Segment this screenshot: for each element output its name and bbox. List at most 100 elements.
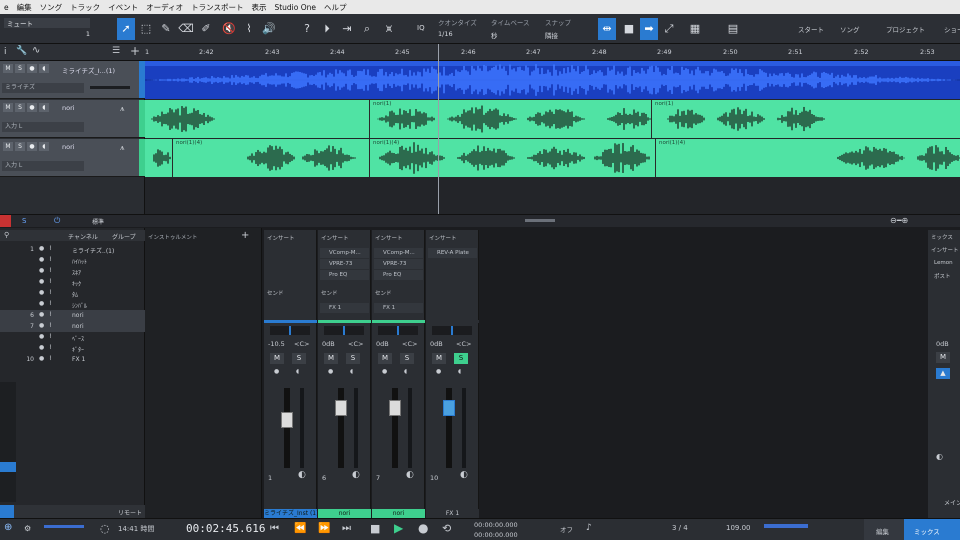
add-instrument-icon[interactable]: + bbox=[241, 230, 249, 241]
visibility-icon[interactable]: ● bbox=[39, 322, 44, 329]
record-icon[interactable]: ● bbox=[27, 64, 37, 73]
iq-button[interactable]: IQ bbox=[417, 24, 425, 32]
send-label[interactable]: センド bbox=[321, 289, 338, 297]
record-arm-icon[interactable]: ⌇ bbox=[49, 256, 52, 263]
end-icon[interactable]: ⏭ bbox=[342, 523, 351, 534]
menu-item-edit[interactable]: 編集 bbox=[13, 0, 36, 13]
record-arm-icon[interactable]: ⌇ bbox=[49, 344, 52, 351]
menu-item-song[interactable]: ソング bbox=[36, 0, 67, 13]
menu-item-help[interactable]: ヘルプ bbox=[320, 0, 351, 13]
arrow-tool-icon[interactable]: ➚ bbox=[117, 18, 135, 40]
menu-item-view[interactable]: 表示 bbox=[247, 0, 270, 13]
console-footer-tab[interactable] bbox=[0, 505, 14, 518]
mono-icon[interactable]: ▲ bbox=[936, 368, 950, 379]
console-icon[interactable]: ▤ bbox=[724, 18, 742, 40]
play-icon[interactable]: ▶ bbox=[394, 521, 403, 535]
record-icon[interactable]: ● bbox=[418, 521, 428, 535]
volume-fader[interactable] bbox=[389, 400, 401, 416]
visibility-icon[interactable]: ● bbox=[39, 311, 44, 318]
pan-slider[interactable] bbox=[432, 326, 472, 335]
record-arm-icon[interactable]: ⌇ bbox=[49, 333, 52, 340]
remote-label[interactable]: リモート bbox=[118, 508, 142, 517]
track-name[interactable]: nori bbox=[62, 104, 75, 112]
monitor-icon[interactable]: ◖ bbox=[458, 368, 461, 375]
solo-footer-icon[interactable]: S bbox=[22, 217, 26, 225]
visibility-icon[interactable]: ● bbox=[39, 355, 44, 362]
record-icon[interactable]: ● bbox=[27, 103, 37, 112]
snap-value[interactable]: 隣接 bbox=[545, 30, 558, 40]
start-button[interactable]: スタート bbox=[798, 24, 824, 34]
pan-slider[interactable] bbox=[270, 326, 310, 335]
timebase-value[interactable]: 秒 bbox=[491, 30, 498, 40]
visibility-icon[interactable]: ● bbox=[39, 278, 44, 285]
monitor-icon[interactable]: ◖ bbox=[296, 368, 299, 375]
info-icon[interactable]: i bbox=[4, 47, 7, 57]
insert-slot[interactable]: VPRE-73 bbox=[320, 259, 369, 269]
pan-value[interactable]: <C> bbox=[402, 340, 417, 348]
zoom-icon[interactable]: ⌕ bbox=[358, 18, 376, 40]
channel-list-item[interactable]: ● ⌇ ｷﾞﾀｰ bbox=[0, 343, 145, 354]
tab-channel[interactable]: チャンネル bbox=[68, 232, 98, 241]
send-slot[interactable]: FX 1 bbox=[374, 303, 423, 313]
return-to-zero-icon[interactable]: ⏮ bbox=[270, 523, 279, 534]
mute-button[interactable]: M bbox=[270, 353, 284, 364]
solo-button[interactable]: S bbox=[346, 353, 360, 364]
insert-slot[interactable]: Pro EQ bbox=[374, 270, 423, 280]
menu-item-audio[interactable]: オーディオ bbox=[142, 0, 187, 13]
menu-item-track[interactable]: トラック bbox=[66, 0, 104, 13]
audio-clip[interactable]: nori(1)(4) bbox=[173, 139, 370, 177]
song-button[interactable]: ソング bbox=[840, 24, 860, 34]
solo-button[interactable]: S bbox=[15, 103, 25, 112]
monitor-icon[interactable]: ◖ bbox=[39, 142, 49, 151]
loop-end[interactable]: 00:00:00.000 bbox=[474, 531, 518, 539]
record-arm-icon[interactable]: ⌇ bbox=[49, 311, 52, 318]
record-icon[interactable]: ● bbox=[27, 142, 37, 151]
time-display[interactable]: 00:02:45.616 bbox=[186, 522, 265, 535]
volume-fader-track[interactable] bbox=[284, 388, 290, 468]
monitor-icon[interactable]: ◖ bbox=[39, 103, 49, 112]
record-icon[interactable]: ● bbox=[274, 368, 279, 375]
draw-tool-icon[interactable]: ✐ bbox=[197, 18, 215, 40]
insert-slot[interactable]: Pro EQ bbox=[320, 270, 369, 280]
edit-button[interactable]: 編集 bbox=[864, 519, 904, 540]
audio-clip[interactable] bbox=[145, 100, 370, 138]
track-input[interactable]: ミライチズ bbox=[2, 83, 84, 93]
send-slot[interactable]: FX 1 bbox=[320, 303, 369, 313]
volume-fader[interactable] bbox=[281, 412, 293, 428]
mute-button[interactable]: M bbox=[378, 353, 392, 364]
volume-value[interactable]: -10.5 bbox=[268, 340, 285, 348]
mixer-channel-strip[interactable]: インサート REV-A Plate 0dB <C> M S ● ◖ 10 ◐ FX 1 bbox=[426, 230, 479, 518]
grid-menu-icon[interactable]: ▦ bbox=[686, 18, 704, 40]
channel-list-item[interactable]: ● ⌇ ﾍﾞｰｽ bbox=[0, 332, 145, 343]
horizontal-scrollbar[interactable] bbox=[525, 219, 555, 222]
monitor-icon[interactable]: ◖ bbox=[350, 368, 353, 375]
solo-button[interactable]: S bbox=[15, 142, 25, 151]
menu-item-event[interactable]: イベント bbox=[104, 0, 142, 13]
snap-toggle-icon[interactable]: ⇹ bbox=[598, 18, 616, 40]
visibility-icon[interactable]: ● bbox=[39, 300, 44, 307]
solo-button[interactable]: S bbox=[454, 353, 468, 364]
track-row[interactable]: M S ● ◖ nori ⩚ 入力 L bbox=[0, 139, 145, 177]
channel-list-item[interactable]: 6 ● ⌇ nori bbox=[0, 310, 145, 321]
record-icon[interactable]: ● bbox=[382, 368, 387, 375]
loop-icon[interactable]: ⟲ bbox=[442, 522, 451, 535]
follow-icon[interactable]: ⏵ bbox=[318, 18, 336, 40]
record-icon[interactable]: ● bbox=[328, 368, 333, 375]
main-bus-strip[interactable]: ミックス インサート Lemon ポスト 0dB M ▲ ◐ メイン bbox=[928, 230, 960, 518]
mix-button[interactable]: ミックス bbox=[904, 519, 960, 540]
insert-slot[interactable]: VComp-M... bbox=[374, 248, 423, 258]
pan-knob-icon[interactable]: ◐ bbox=[406, 470, 414, 480]
channel-name-label[interactable]: ミライチズ_Inst (1) bbox=[264, 509, 317, 518]
record-arm-icon[interactable]: ⌇ bbox=[49, 355, 52, 362]
tab-group[interactable]: グループ bbox=[112, 232, 136, 241]
send-label[interactable]: センド bbox=[375, 289, 392, 297]
insert-slot[interactable]: REV-A Plate bbox=[428, 248, 477, 258]
record-panel-icon[interactable] bbox=[0, 215, 11, 227]
zoom-slider-icon[interactable]: ⊖━⊕ bbox=[890, 216, 908, 225]
metronome-icon[interactable]: ♪ bbox=[586, 523, 592, 533]
channel-list-item[interactable]: 7 ● ⌇ nori bbox=[0, 321, 145, 332]
insert-slot[interactable]: VComp-M... bbox=[320, 248, 369, 258]
mute-button[interactable]: M bbox=[3, 142, 13, 151]
insert-label[interactable]: インサート bbox=[321, 234, 349, 242]
track-volume-slider[interactable] bbox=[90, 86, 130, 89]
